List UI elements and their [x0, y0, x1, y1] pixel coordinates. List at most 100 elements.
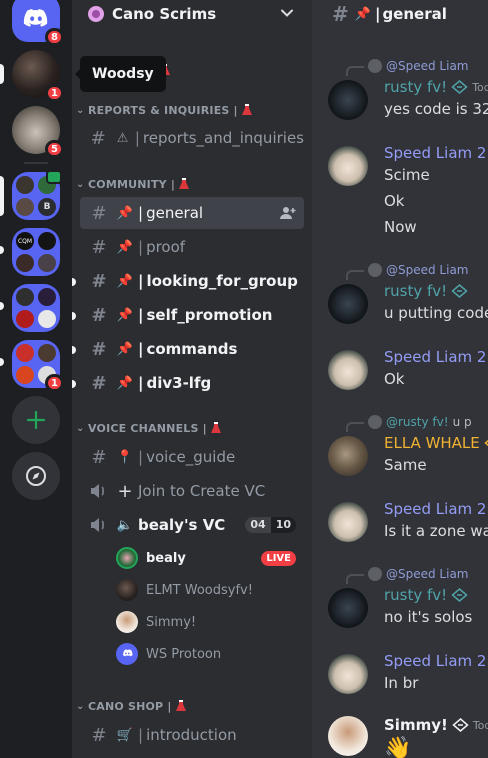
plus-icon: + — [117, 480, 133, 502]
channel-name: bealy's VC — [138, 516, 226, 534]
channel-name: general — [146, 204, 204, 222]
message[interactable]: Speed Liam 2 Is it a zone wars — [328, 500, 488, 546]
channel-proof[interactable]: # 📌 | proof — [80, 231, 304, 263]
guild-name: Cano Scrims — [112, 5, 217, 23]
message-author[interactable]: rusty fv! — [384, 282, 447, 300]
message-author-line: rusty fv! Toda — [384, 78, 488, 96]
flask-icon — [210, 422, 221, 433]
message-author[interactable]: ELLA WHALE — [384, 434, 480, 452]
folder-background: CQM — [12, 228, 60, 276]
channel-looking-for-group[interactable]: # 📌 | looking_for_group — [80, 265, 304, 297]
message-author-line: Speed Liam 2 — [384, 144, 488, 162]
message[interactable]: @Speed Liam rusty fv! Toda yes code is 3… — [328, 58, 488, 128]
message[interactable]: Speed Liam 2 Ok — [328, 348, 488, 394]
server-tag-icon — [451, 588, 468, 602]
message-author[interactable]: Speed Liam 2 — [384, 500, 486, 518]
message-author-line: Speed Liam 2 — [384, 348, 488, 366]
avatar[interactable] — [328, 80, 368, 120]
server-folder-3[interactable] — [12, 284, 60, 332]
reply-preview[interactable]: @Speed Liam — [346, 58, 469, 76]
channel-name: reports_and_inquiries — [142, 129, 304, 147]
server-folder-2[interactable]: CQM — [12, 228, 60, 276]
channel-self-promotion[interactable]: # 📌 | self_promotion — [80, 299, 304, 331]
message-text: Ok — [384, 192, 405, 210]
avatar[interactable] — [328, 588, 368, 628]
message[interactable]: @Speed Liam rusty fv! no it's solos — [328, 566, 488, 636]
avatar[interactable] — [328, 716, 368, 756]
explore-servers-button[interactable] — [12, 452, 60, 500]
avatar[interactable] — [328, 350, 368, 390]
channel-name: proof — [146, 238, 186, 256]
message-author[interactable]: Speed Liam 2 — [384, 348, 486, 366]
message-author[interactable]: Speed Liam 2 — [384, 144, 486, 162]
voice-user-count-current: 04 — [245, 517, 271, 533]
message-author[interactable]: Simmy! — [384, 716, 448, 734]
avatar[interactable] — [328, 146, 368, 186]
chat-badge-icon — [46, 170, 62, 184]
folder-server-letter: B — [38, 198, 56, 216]
category-label: COMMUNITY | — [88, 177, 176, 191]
channel-general[interactable]: # 📌 | general — [80, 197, 304, 229]
avatar[interactable] — [328, 436, 368, 476]
voice-user[interactable]: WS Protoon — [116, 640, 304, 668]
category-cano-shop[interactable]: ⌄ CANO SHOP | — [72, 698, 312, 714]
channel-bealys-vc[interactable]: 🔈 bealy's VC 04 10 — [80, 509, 304, 541]
invite-user-icon[interactable] — [280, 205, 296, 221]
reply-preview[interactable]: @Speed Liam — [346, 566, 469, 584]
message-text: Is it a zone wars — [384, 522, 488, 540]
reply-avatar — [368, 59, 382, 73]
message-text: yes code is 3254 — [384, 100, 488, 118]
unread-pill — [0, 358, 4, 366]
avatar[interactable] — [328, 284, 368, 324]
voice-user[interactable]: ELMT Woodsyfv! — [116, 576, 304, 604]
hash-icon: # — [91, 372, 107, 394]
server-tag-icon — [484, 439, 488, 447]
avatar[interactable] — [328, 502, 368, 542]
message-author-line: ELLA WHALE — [384, 434, 488, 452]
channel-div3-lfg[interactable]: # 📌 | div3-lfg — [80, 367, 304, 399]
message[interactable]: Speed Liam 2 Scime Ok Now — [328, 144, 488, 246]
category-community[interactable]: ⌄ COMMUNITY | — [72, 176, 312, 192]
channel-reports-and-inquiries[interactable]: # ⚠ | reports_and_inquiries — [80, 122, 304, 154]
chevron-down-icon: ⌄ — [76, 178, 85, 190]
message-author[interactable]: rusty fv! — [384, 78, 447, 96]
channel-join-to-create-vc[interactable]: + Join to Create VC — [80, 475, 304, 507]
category-reports[interactable]: ⌄ REPORTS & INQUIRIES | — [72, 102, 312, 118]
server-woodsy[interactable]: 1 — [12, 50, 64, 102]
message[interactable]: Simmy! Today 👋 — [328, 716, 488, 758]
server-dog[interactable]: 5 — [12, 106, 64, 158]
voice-user[interactable]: Simmy! — [116, 608, 304, 636]
channel-introduction[interactable]: # 🛒 | introduction — [80, 719, 304, 751]
server-folder-1[interactable]: B — [12, 170, 62, 220]
pushpin-icon: 📌 — [116, 307, 134, 323]
reply-avatar — [368, 263, 382, 277]
server-folder-4[interactable]: 1 — [12, 340, 64, 392]
voice-user[interactable]: bealy LIVE — [116, 544, 304, 572]
separator: | — [134, 129, 140, 147]
channel-commands[interactable]: # 📌 | commands — [80, 333, 304, 365]
folder-server-icon — [16, 254, 34, 272]
reply-preview[interactable]: @Speed Liam — [346, 262, 469, 280]
message[interactable]: @rusty fv! u p ELLA WHALE Same — [328, 414, 488, 484]
message-author[interactable]: Speed Liam 2 — [384, 652, 486, 670]
add-server-button[interactable] — [12, 396, 60, 444]
message-author[interactable]: rusty fv! — [384, 586, 447, 604]
folder-server-icon — [16, 310, 34, 328]
speaker-icon: 🔈 — [116, 517, 134, 533]
pushpin-icon: 📌 — [354, 6, 371, 22]
plus-icon — [12, 396, 60, 444]
category-voice[interactable]: ⌄ VOICE CHANNELS | — [72, 420, 312, 436]
channel-name: looking_for_group — [146, 272, 298, 290]
reply-preview[interactable]: @rusty fv! u p — [346, 414, 472, 432]
avatar[interactable] — [328, 654, 368, 694]
channel-voice-guide[interactable]: # 📍 | voice_guide — [80, 441, 304, 473]
mention-badge: 5 — [45, 140, 64, 158]
reply-spine — [346, 422, 364, 432]
message[interactable]: @Speed Liam rusty fv! u putting code in — [328, 262, 488, 332]
home-button[interactable]: 8 — [12, 0, 64, 46]
message[interactable]: Speed Liam 2 In br — [328, 652, 488, 698]
channel-name: commands — [146, 340, 238, 358]
voice-user-count: 04 10 — [245, 517, 296, 533]
guild-header[interactable]: Cano Scrims — [72, 0, 312, 28]
message-author-line: rusty fv! — [384, 282, 468, 300]
